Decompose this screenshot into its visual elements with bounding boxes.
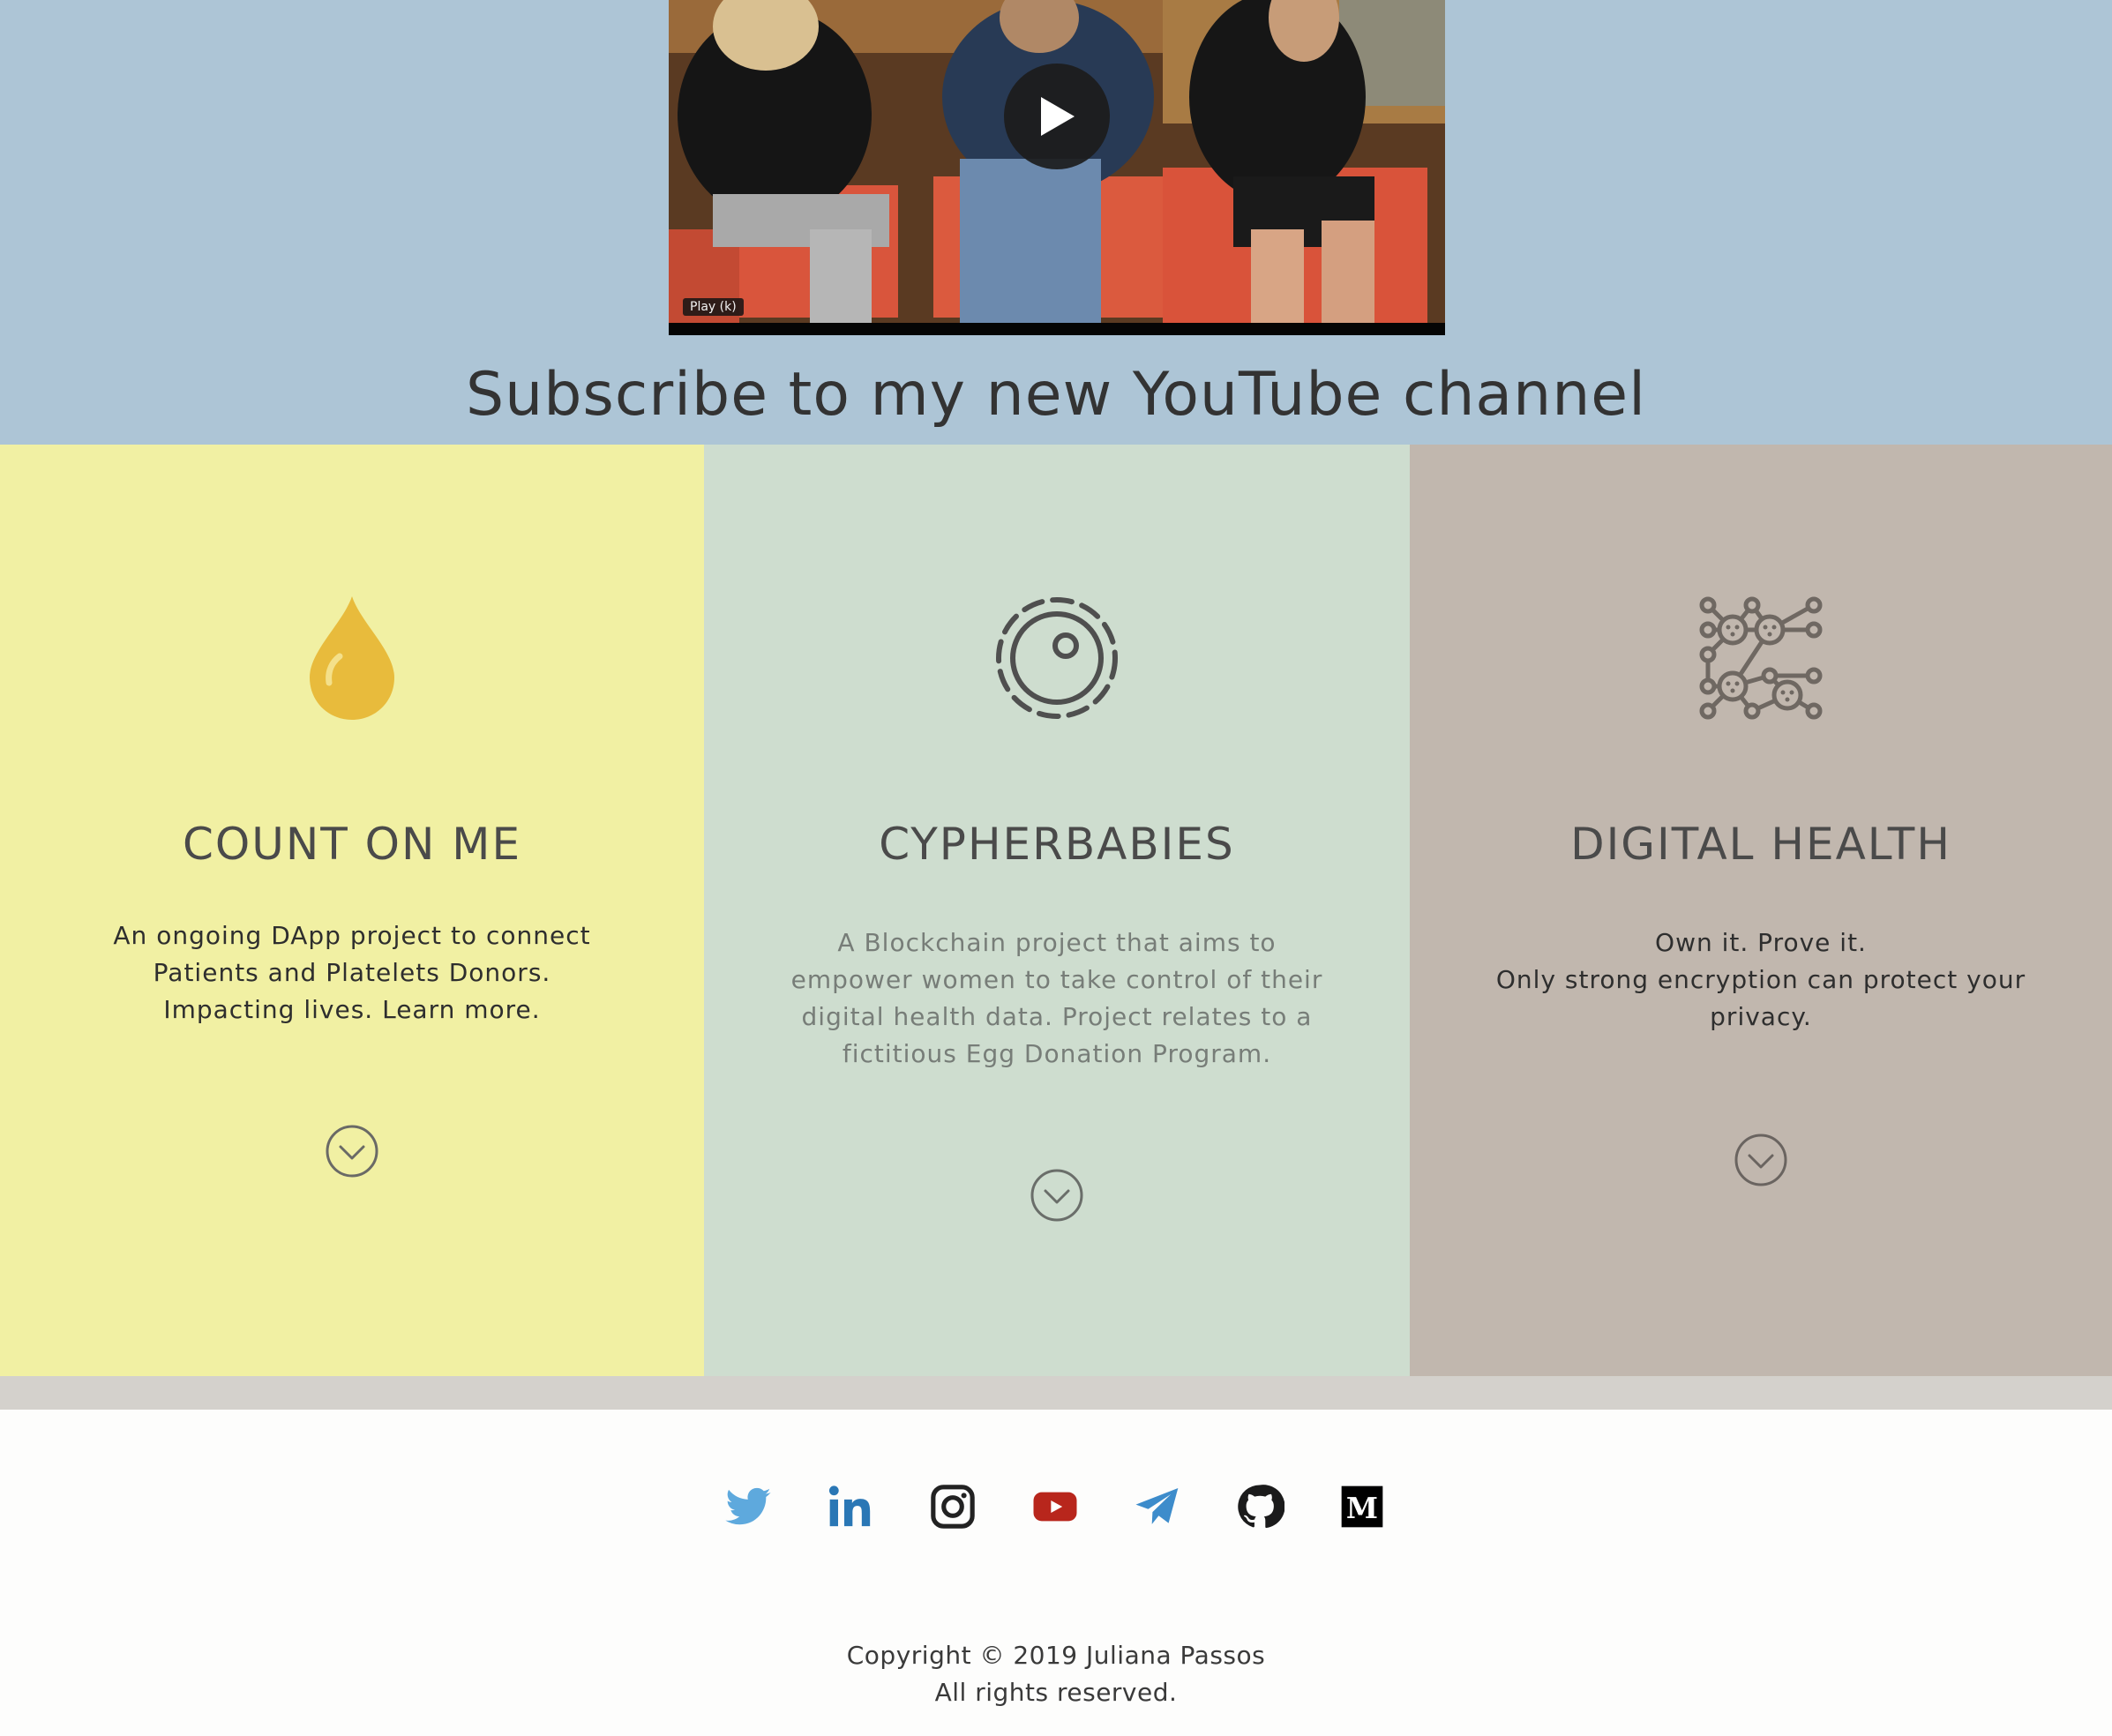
- project-digital-health: DIGITAL HEALTH Own it. Prove it. Only st…: [1410, 445, 2112, 1376]
- copyright-block: Copyright © 2019 Juliana Passos All righ…: [0, 1637, 2112, 1711]
- description-line: Own it. Prove it.: [1655, 928, 1867, 957]
- rights-text: All rights reserved.: [934, 1678, 1178, 1707]
- play-button[interactable]: [1004, 64, 1110, 169]
- chevron-down-icon[interactable]: [1734, 1133, 1788, 1187]
- blood-drop-icon: [310, 596, 394, 720]
- egg-cell-icon: [996, 597, 1118, 719]
- youtube-video-player[interactable]: Play (k): [669, 0, 1445, 335]
- project-description: Own it. Prove it. Only strong encryption…: [1487, 924, 2034, 1036]
- description-line: digital health data. Project relates to …: [801, 1002, 1313, 1031]
- github-link[interactable]: [1235, 1482, 1285, 1531]
- description-line: fictitious Egg Donation Program.: [842, 1039, 1272, 1068]
- instagram-icon: [931, 1485, 975, 1529]
- medium-icon: M: [1341, 1485, 1383, 1528]
- description-line: Impacting lives. Learn more.: [163, 995, 541, 1024]
- medium-link[interactable]: M: [1337, 1482, 1387, 1531]
- project-title: COUNT ON ME: [182, 819, 522, 870]
- subscribe-heading: Subscribe to my new YouTube channel: [465, 360, 1647, 430]
- chevron-down-icon[interactable]: [1030, 1168, 1084, 1223]
- project-title: DIGITAL HEALTH: [1570, 819, 1951, 870]
- linkedin-icon: [828, 1485, 871, 1527]
- twitter-link[interactable]: [723, 1482, 773, 1531]
- project-cypherbabies: CYPHERBABIES A Blockchain project that a…: [704, 445, 1410, 1376]
- description-line: Only strong encryption can protect your: [1495, 965, 2026, 994]
- telegram-link[interactable]: [1133, 1482, 1182, 1531]
- copyright-text: Copyright © 2019 Juliana Passos: [846, 1641, 1266, 1670]
- svg-text:M: M: [1346, 1491, 1378, 1525]
- chevron-down-icon[interactable]: [325, 1124, 379, 1179]
- play-icon: [1041, 97, 1075, 136]
- youtube-link[interactable]: [1030, 1482, 1080, 1531]
- video-progress-bar[interactable]: [669, 323, 1445, 335]
- linkedin-link[interactable]: [826, 1482, 875, 1531]
- description-line: privacy.: [1710, 1002, 1812, 1031]
- footer: M Copyright © 2019 Juliana Passos All ri…: [0, 1410, 2112, 1736]
- project-title: CYPHERBABIES: [879, 819, 1235, 870]
- video-section: Play (k) Subscribe to my new YouTube cha…: [0, 0, 2112, 445]
- description-line: An ongoing DApp project to connect: [113, 921, 591, 950]
- description-line: empower women to take control of their: [790, 965, 1323, 994]
- description-line: Patients and Platelets Donors.: [153, 958, 551, 987]
- twitter-icon: [725, 1487, 771, 1525]
- project-description: An ongoing DApp project to connect Patie…: [87, 917, 617, 1029]
- github-icon: [1238, 1485, 1285, 1529]
- instagram-link[interactable]: [928, 1482, 977, 1531]
- section-divider: [0, 1376, 2112, 1410]
- description-line: A Blockchain project that aims to: [837, 928, 1277, 957]
- play-tooltip: Play (k): [683, 298, 744, 316]
- project-count-on-me: COUNT ON ME An ongoing DApp project to c…: [0, 445, 704, 1376]
- telegram-icon: [1135, 1488, 1179, 1524]
- youtube-icon: [1033, 1492, 1077, 1522]
- project-description: A Blockchain project that aims to empowe…: [783, 924, 1330, 1073]
- network-nodes-icon: [1699, 596, 1823, 720]
- social-links: M: [723, 1482, 1394, 1535]
